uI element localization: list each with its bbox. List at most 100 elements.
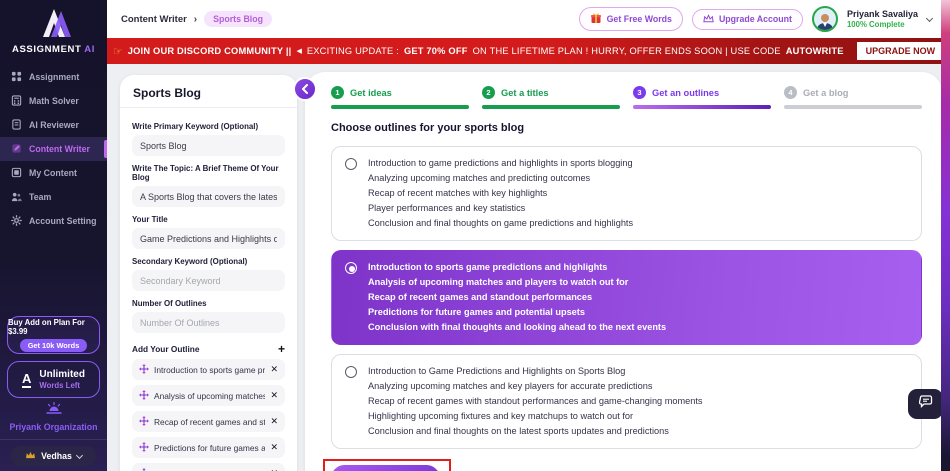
step-label: Get an outlines bbox=[652, 87, 720, 98]
remove-icon[interactable]: ✕ bbox=[270, 416, 278, 427]
sidebar-item-assignment[interactable]: Assignment bbox=[0, 65, 107, 89]
page-title: Choose outlines for your sports blog bbox=[331, 122, 525, 134]
outline-option-text: Introduction to Game Predictions and Hig… bbox=[368, 364, 908, 439]
avatar[interactable] bbox=[811, 6, 838, 32]
sidebar-item-team[interactable]: Team bbox=[0, 185, 107, 209]
outline-chip[interactable]: Predictions for future games and poter ✕ bbox=[132, 437, 285, 458]
chevron-down-icon[interactable] bbox=[925, 14, 934, 22]
plan-subtitle: Words Left bbox=[39, 381, 80, 390]
outline-chip[interactable]: Conclusion with final thoughts and lool … bbox=[132, 463, 285, 471]
add-outline-row: Add Your Outline + bbox=[132, 343, 285, 355]
outline-option-1[interactable]: Introduction to game predictions and hig… bbox=[331, 146, 922, 241]
user-name: Priyank Savaliya bbox=[846, 9, 918, 19]
step-progress-bar bbox=[331, 105, 469, 109]
sunrise-icon bbox=[45, 401, 63, 420]
sidebar-item-math-solver[interactable]: Math Solver bbox=[0, 89, 107, 113]
radio-icon[interactable] bbox=[345, 158, 357, 170]
document-review-icon bbox=[11, 118, 22, 132]
organization-name: Priyank Organization bbox=[9, 422, 98, 432]
step-get-ideas[interactable]: 1 Get ideas bbox=[331, 86, 469, 109]
radio-icon[interactable] bbox=[345, 366, 357, 378]
remove-icon[interactable]: ✕ bbox=[270, 364, 278, 375]
user-info[interactable]: Priyank Savaliya 100% Complete bbox=[847, 9, 918, 29]
step-progress-bar bbox=[633, 105, 771, 109]
title-input[interactable] bbox=[132, 228, 285, 249]
outline-chip-text: Analysis of upcoming matches and play bbox=[154, 390, 266, 401]
form-title: Sports Blog bbox=[120, 75, 297, 108]
banner-discord-text[interactable]: JOIN OUR DISCORD COMMUNITY || bbox=[128, 46, 292, 56]
get-free-words-button[interactable]: Get Free Words bbox=[578, 7, 683, 31]
buy-addon-box: Buy Add on Plan For $3.99 Get 10k Words bbox=[7, 316, 100, 354]
outline-line: Introduction to Game Predictions and Hig… bbox=[368, 366, 626, 376]
step-progress-bar bbox=[482, 105, 620, 109]
outline-chip[interactable]: Analysis of upcoming matches and play ✕ bbox=[132, 385, 285, 406]
get-free-words-label: Get Free Words bbox=[606, 14, 672, 24]
upgrade-account-button[interactable]: Upgrade Account bbox=[691, 8, 803, 30]
drag-handle-icon bbox=[139, 413, 149, 431]
sidebar-item-content-writer[interactable]: Content Writer bbox=[0, 137, 107, 161]
brand-name-main: ASSIGNMENT bbox=[12, 44, 82, 55]
secondary-keyword-label: Secondary Keyword (Optional) bbox=[132, 257, 248, 266]
sidebar-item-ai-reviewer[interactable]: AI Reviewer bbox=[0, 113, 107, 137]
drag-handle-icon bbox=[139, 465, 149, 471]
primary-keyword-input[interactable] bbox=[132, 135, 285, 156]
radio-checked-icon[interactable] bbox=[345, 262, 357, 274]
outline-count-input[interactable] bbox=[132, 312, 285, 333]
outline-line: Highlighting upcoming fixtures and key m… bbox=[368, 411, 634, 421]
app-root: ASSIGNMENT AI Assignment Math Solver AI … bbox=[0, 0, 950, 471]
step-get-titles[interactable]: 2 Get a titles bbox=[482, 86, 620, 109]
topbar: Content Writer › Sports Blog Get Free Wo… bbox=[107, 0, 950, 38]
outline-option-text: Introduction to game predictions and hig… bbox=[368, 156, 908, 231]
step-number: 1 bbox=[331, 86, 344, 99]
remove-icon[interactable]: ✕ bbox=[270, 390, 278, 401]
outline-chip[interactable]: Introduction to sports game prediction ✕ bbox=[132, 359, 285, 380]
secondary-keyword-input[interactable] bbox=[132, 270, 285, 291]
chat-button[interactable] bbox=[908, 389, 943, 419]
step-label: Get a blog bbox=[803, 87, 849, 98]
add-outline-label: Add Your Outline bbox=[132, 344, 200, 354]
plan-box: A Unlimited Words Left bbox=[7, 361, 100, 398]
get-words-button[interactable]: Get 10k Words bbox=[19, 339, 88, 352]
upgrade-now-button[interactable]: UPGRADE NOW bbox=[856, 42, 945, 60]
title-label: Your Title bbox=[132, 215, 168, 224]
breadcrumb-parent[interactable]: Content Writer bbox=[121, 14, 187, 25]
sidebar-item-label: My Content bbox=[29, 168, 77, 178]
topic-label: Write The Topic: A Brief Theme Of Your B… bbox=[132, 164, 279, 182]
outline-line: Introduction to game predictions and hig… bbox=[368, 158, 633, 168]
step-label: Get ideas bbox=[350, 87, 392, 98]
workspace-selector[interactable]: Vedhas bbox=[11, 446, 96, 466]
outline-line: Analyzing upcoming matches and predictin… bbox=[368, 173, 591, 183]
outline-chip-text: Recap of recent games and standout p bbox=[154, 416, 266, 427]
sidebar-item-label: Content Writer bbox=[29, 144, 90, 154]
outline-count-label: Number Of Outlines bbox=[132, 299, 207, 308]
generate-blog-button[interactable]: Generate Blog bbox=[331, 465, 440, 471]
outline-chip[interactable]: Recap of recent games and standout p ✕ bbox=[132, 411, 285, 432]
sidebar-item-my-content[interactable]: My Content bbox=[0, 161, 107, 185]
add-outline-icon[interactable]: + bbox=[278, 343, 285, 355]
logo: ASSIGNMENT AI bbox=[0, 0, 107, 55]
outline-line: Recap of recent games and standout perfo… bbox=[368, 292, 593, 302]
pen-icon bbox=[11, 143, 22, 156]
outline-line: Player performances and key statistics bbox=[368, 203, 526, 213]
outline-line: Conclusion and final thoughts on game pr… bbox=[368, 218, 634, 228]
wizard-panel: 1 Get ideas 2 Get a titles 3 Get an outl… bbox=[293, 72, 942, 471]
sidebar-item-account-setting[interactable]: Account Setting bbox=[0, 209, 107, 233]
back-button[interactable] bbox=[293, 77, 317, 101]
remove-icon[interactable]: ✕ bbox=[270, 442, 278, 453]
outline-option-2-selected[interactable]: Introduction to sports game predictions … bbox=[331, 250, 922, 345]
step-get-blog[interactable]: 4 Get a blog bbox=[784, 86, 922, 109]
step-get-outlines[interactable]: 3 Get an outlines bbox=[633, 86, 771, 109]
outline-line: Recap of recent games with standout perf… bbox=[368, 396, 703, 406]
step-number: 2 bbox=[482, 86, 495, 99]
topic-input[interactable] bbox=[132, 186, 285, 207]
outline-line: Introduction to sports game predictions … bbox=[368, 262, 608, 272]
gift-icon bbox=[590, 12, 602, 26]
primary-keyword-label: Write Primary Keyword (Optional) bbox=[132, 122, 259, 131]
blog-form-panel: Sports Blog Write Primary Keyword (Optio… bbox=[120, 75, 297, 471]
plan-title: Unlimited bbox=[39, 369, 85, 380]
outline-option-3[interactable]: Introduction to Game Predictions and Hig… bbox=[331, 354, 922, 449]
chevron-down-icon bbox=[75, 451, 83, 459]
brand-name-suffix: AI bbox=[84, 44, 95, 55]
sidebar-item-label: Team bbox=[29, 192, 52, 202]
outline-line: Conclusion and final thoughts on the lat… bbox=[368, 426, 669, 436]
